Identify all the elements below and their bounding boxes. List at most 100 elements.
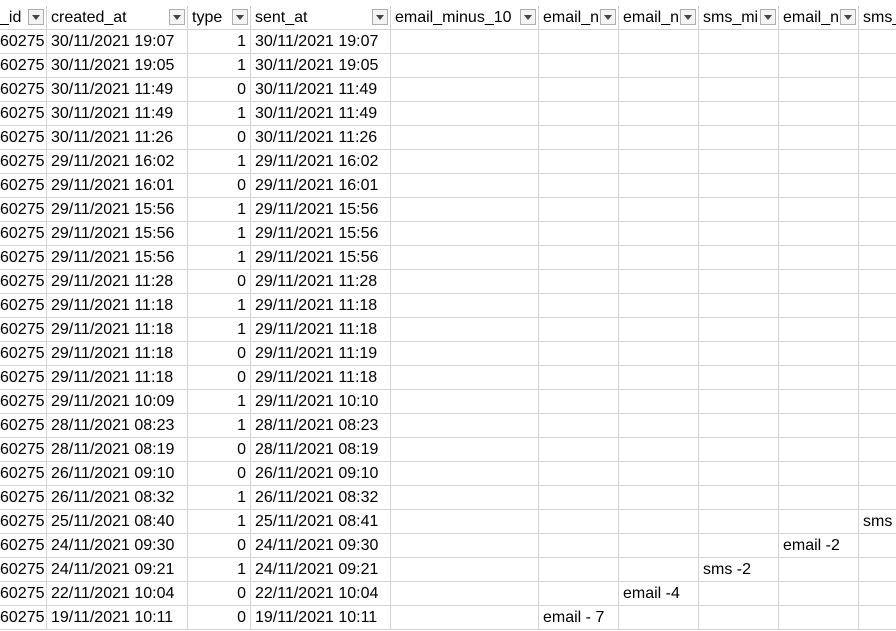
- cell-email-n-b[interactable]: [619, 414, 699, 438]
- cell-email-n-c[interactable]: [779, 462, 859, 486]
- cell-email-n-b[interactable]: [619, 390, 699, 414]
- cell-sent-at[interactable]: 24/11/2021 09:21: [251, 558, 391, 582]
- cell-created-at[interactable]: 24/11/2021 09:21: [47, 558, 188, 582]
- column-header-type[interactable]: type: [188, 6, 251, 30]
- cell-email-minus-10[interactable]: [391, 414, 539, 438]
- cell-email-n-b[interactable]: [619, 126, 699, 150]
- cell-sms-mi[interactable]: [699, 246, 779, 270]
- cell-email-minus-10[interactable]: [391, 54, 539, 78]
- cell-email-n-a[interactable]: [539, 414, 619, 438]
- cell-email-n-a[interactable]: [539, 510, 619, 534]
- cell-created-at[interactable]: 30/11/2021 11:49: [47, 78, 188, 102]
- cell-created-at[interactable]: 25/11/2021 08:40: [47, 510, 188, 534]
- cell-sent-at[interactable]: 29/11/2021 11:28: [251, 270, 391, 294]
- cell-created-at[interactable]: 29/11/2021 15:56: [47, 198, 188, 222]
- cell-email-n-b[interactable]: [619, 534, 699, 558]
- cell-email-n-b[interactable]: [619, 174, 699, 198]
- cell-type[interactable]: 1: [188, 246, 251, 270]
- cell-sms-mi[interactable]: [699, 198, 779, 222]
- cell-email-n-b[interactable]: [619, 438, 699, 462]
- cell-email-minus-10[interactable]: [391, 294, 539, 318]
- cell-email-minus-10[interactable]: [391, 462, 539, 486]
- cell-email-n-b[interactable]: [619, 462, 699, 486]
- cell-email-n-a[interactable]: [539, 318, 619, 342]
- cell-id[interactable]: 60275: [0, 414, 47, 438]
- cell-email-n-b[interactable]: [619, 30, 699, 54]
- cell-email-n-a[interactable]: [539, 126, 619, 150]
- cell-email-minus-10[interactable]: [391, 438, 539, 462]
- cell-sent-at[interactable]: 30/11/2021 11:49: [251, 102, 391, 126]
- cell-sent-at[interactable]: 29/11/2021 16:01: [251, 174, 391, 198]
- cell-email-n-c[interactable]: [779, 270, 859, 294]
- cell-sms-partial[interactable]: [859, 582, 896, 606]
- cell-id[interactable]: 60275: [0, 606, 47, 630]
- cell-sent-at[interactable]: 24/11/2021 09:30: [251, 534, 391, 558]
- cell-type[interactable]: 1: [188, 486, 251, 510]
- cell-email-minus-10[interactable]: [391, 102, 539, 126]
- cell-id[interactable]: 60275: [0, 534, 47, 558]
- cell-email-n-b[interactable]: [619, 54, 699, 78]
- cell-sms-mi[interactable]: [699, 318, 779, 342]
- cell-email-n-b[interactable]: [619, 102, 699, 126]
- cell-email-n-b[interactable]: [619, 78, 699, 102]
- cell-id[interactable]: 60275: [0, 582, 47, 606]
- cell-sms-mi[interactable]: [699, 150, 779, 174]
- cell-sms-partial[interactable]: [859, 486, 896, 510]
- cell-type[interactable]: 1: [188, 414, 251, 438]
- cell-email-n-b[interactable]: [619, 198, 699, 222]
- cell-sms-partial[interactable]: [859, 198, 896, 222]
- cell-sms-mi[interactable]: [699, 366, 779, 390]
- cell-sms-mi[interactable]: sms -2: [699, 558, 779, 582]
- cell-sent-at[interactable]: 29/11/2021 15:56: [251, 222, 391, 246]
- cell-email-minus-10[interactable]: [391, 198, 539, 222]
- cell-sms-partial[interactable]: [859, 222, 896, 246]
- cell-created-at[interactable]: 30/11/2021 19:05: [47, 54, 188, 78]
- filter-dropdown-button[interactable]: [28, 9, 44, 25]
- cell-type[interactable]: 1: [188, 150, 251, 174]
- cell-sms-partial[interactable]: [859, 390, 896, 414]
- cell-email-n-b[interactable]: [619, 246, 699, 270]
- cell-sms-mi[interactable]: [699, 342, 779, 366]
- cell-email-minus-10[interactable]: [391, 342, 539, 366]
- cell-email-n-c[interactable]: [779, 102, 859, 126]
- cell-created-at[interactable]: 29/11/2021 11:18: [47, 342, 188, 366]
- cell-sms-partial[interactable]: [859, 78, 896, 102]
- cell-type[interactable]: 0: [188, 342, 251, 366]
- cell-sent-at[interactable]: 30/11/2021 19:05: [251, 54, 391, 78]
- cell-email-n-b[interactable]: [619, 486, 699, 510]
- cell-email-n-a[interactable]: [539, 270, 619, 294]
- cell-sms-partial[interactable]: [859, 294, 896, 318]
- cell-email-n-c[interactable]: [779, 390, 859, 414]
- cell-email-minus-10[interactable]: [391, 126, 539, 150]
- cell-id[interactable]: 60275: [0, 78, 47, 102]
- cell-created-at[interactable]: 24/11/2021 09:30: [47, 534, 188, 558]
- cell-sms-mi[interactable]: [699, 174, 779, 198]
- cell-created-at[interactable]: 29/11/2021 11:28: [47, 270, 188, 294]
- cell-sms-partial[interactable]: [859, 438, 896, 462]
- cell-sent-at[interactable]: 30/11/2021 11:26: [251, 126, 391, 150]
- cell-sent-at[interactable]: 29/11/2021 11:18: [251, 318, 391, 342]
- cell-type[interactable]: 1: [188, 294, 251, 318]
- cell-email-minus-10[interactable]: [391, 510, 539, 534]
- cell-created-at[interactable]: 29/11/2021 15:56: [47, 246, 188, 270]
- cell-created-at[interactable]: 29/11/2021 16:01: [47, 174, 188, 198]
- cell-sent-at[interactable]: 29/11/2021 16:02: [251, 150, 391, 174]
- cell-email-n-a[interactable]: [539, 102, 619, 126]
- cell-sent-at[interactable]: 29/11/2021 15:56: [251, 246, 391, 270]
- filter-dropdown-button[interactable]: [372, 9, 388, 25]
- cell-email-minus-10[interactable]: [391, 246, 539, 270]
- cell-type[interactable]: 0: [188, 126, 251, 150]
- cell-sms-partial[interactable]: [859, 558, 896, 582]
- column-header-sent-at[interactable]: sent_at: [251, 6, 391, 30]
- cell-id[interactable]: 60275: [0, 342, 47, 366]
- cell-sent-at[interactable]: 30/11/2021 19:07: [251, 30, 391, 54]
- cell-email-n-c[interactable]: [779, 294, 859, 318]
- cell-email-n-b[interactable]: [619, 366, 699, 390]
- cell-sent-at[interactable]: 30/11/2021 11:49: [251, 78, 391, 102]
- cell-sms-mi[interactable]: [699, 270, 779, 294]
- cell-id[interactable]: 60275: [0, 198, 47, 222]
- cell-sms-partial[interactable]: [859, 30, 896, 54]
- cell-sms-partial[interactable]: [859, 102, 896, 126]
- cell-sms-mi[interactable]: [699, 102, 779, 126]
- cell-sent-at[interactable]: 26/11/2021 08:32: [251, 486, 391, 510]
